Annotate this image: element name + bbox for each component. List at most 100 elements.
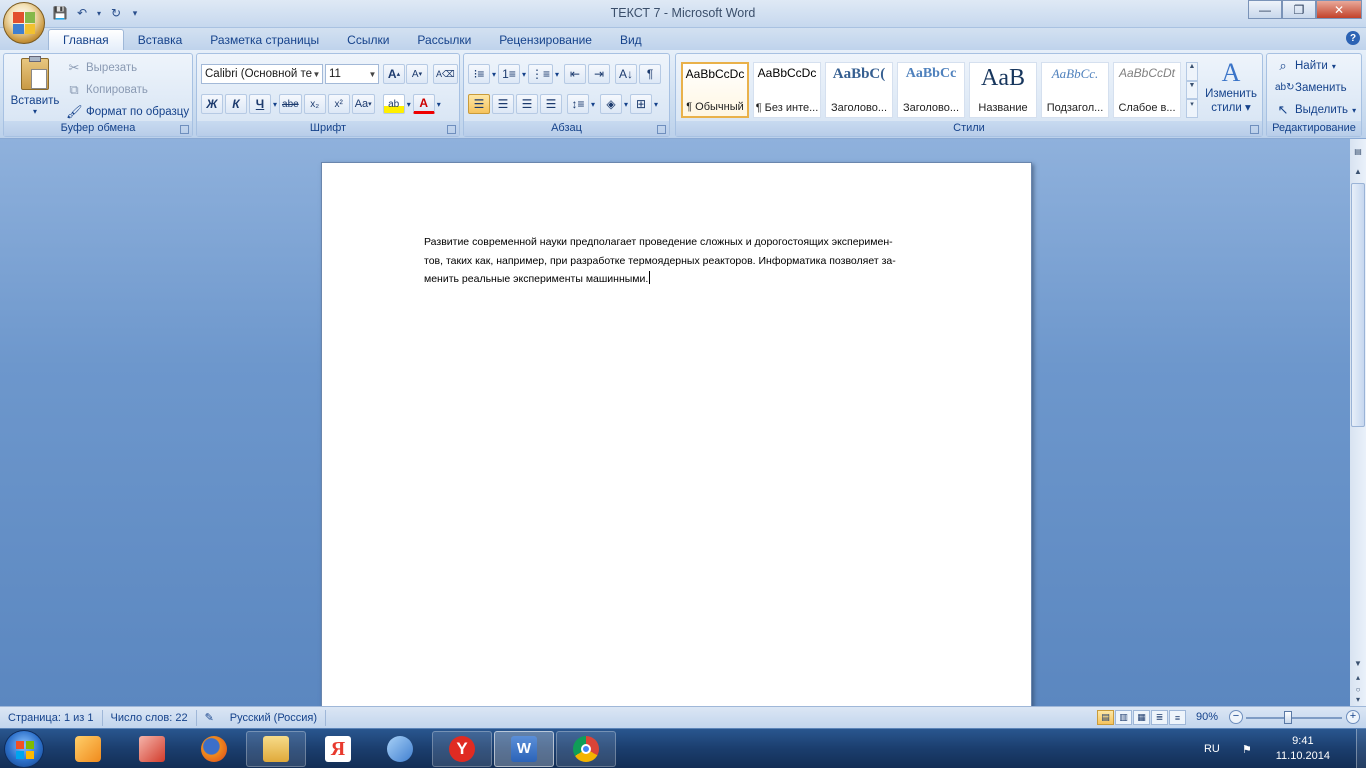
line-spacing-button[interactable]: ↕≡ <box>567 94 589 114</box>
vertical-scrollbar[interactable]: ▤ ▲ ▼ ▴ ○ ▾ <box>1350 139 1366 706</box>
show-marks-button[interactable]: ¶ <box>639 64 662 84</box>
borders-button[interactable]: ⊞ <box>630 94 653 114</box>
full-screen-reading-view-icon[interactable]: ▥ <box>1115 710 1132 725</box>
shrink-font-button[interactable]: A ▾ <box>406 64 428 84</box>
tab-page-layout[interactable]: Разметка страницы <box>196 29 333 50</box>
taskbar-word[interactable]: W <box>494 731 554 767</box>
language-indicator[interactable]: Русский (Россия) <box>222 709 327 726</box>
gallery-more-icon[interactable]: ▾ <box>1186 99 1198 119</box>
maximize-button[interactable]: ❐ <box>1282 0 1316 19</box>
format-painter-button[interactable]: 🖌 Формат по образцу <box>66 104 189 120</box>
change-styles-button[interactable]: A Изменить стили ▾ <box>1202 58 1260 114</box>
taskbar-chrome[interactable] <box>556 731 616 767</box>
shading-button[interactable]: ◈ <box>600 94 623 114</box>
proofing-icon[interactable]: ✎ <box>197 710 222 726</box>
paste-button[interactable]: Вставить ▾ <box>8 56 62 116</box>
multilevel-list-button[interactable]: ⋮≡ <box>528 64 554 84</box>
align-left-button[interactable]: ☰ <box>468 94 490 114</box>
zoom-out-button[interactable]: − <box>1229 710 1243 724</box>
taskbar-yandex-browser[interactable]: Y <box>432 731 492 767</box>
page-indicator[interactable]: Страница: 1 из 1 <box>0 709 103 726</box>
close-button[interactable]: ✕ <box>1316 0 1362 19</box>
scroll-thumb[interactable] <box>1351 183 1365 427</box>
font-size-combo[interactable]: 11 ▼ <box>325 64 379 84</box>
style-title[interactable]: AaB Название <box>969 62 1037 118</box>
clipboard-launcher-icon[interactable]: . <box>180 125 189 134</box>
bullets-button[interactable]: ⁝≡ <box>468 64 490 84</box>
underline-button[interactable]: Ч <box>249 94 271 114</box>
tab-insert[interactable]: Вставка <box>124 29 197 50</box>
gallery-up-icon[interactable]: ▲ <box>1186 62 1198 81</box>
font-name-dropdown-icon[interactable]: ▼ <box>311 65 322 83</box>
print-layout-view-icon[interactable]: ▤ <box>1097 710 1114 725</box>
taskbar-explorer[interactable] <box>246 731 306 767</box>
copy-button[interactable]: ⧉ Копировать <box>66 82 148 98</box>
tab-view[interactable]: Вид <box>606 29 656 50</box>
zoom-level[interactable]: 90% <box>1196 711 1218 723</box>
gallery-down-icon[interactable]: ▼ <box>1186 80 1198 100</box>
decrease-indent-button[interactable]: ⇤ <box>564 64 587 84</box>
sort-button[interactable]: A↓ <box>615 64 638 84</box>
select-dropdown-icon[interactable]: ▾ <box>1352 106 1356 115</box>
replace-button[interactable]: ab↻ Заменить <box>1275 80 1347 96</box>
ruler-toggle-icon[interactable]: ▤ <box>1351 147 1365 156</box>
previous-page-icon[interactable]: ▴ <box>1351 673 1365 682</box>
tab-mailings[interactable]: Рассылки <box>403 29 485 50</box>
style-heading-2[interactable]: AaBbCc Заголово... <box>897 62 965 118</box>
find-dropdown-icon[interactable]: ▾ <box>1332 62 1336 71</box>
bold-button[interactable]: Ж <box>201 94 223 114</box>
document-page[interactable]: Развитие современной науки предполагает … <box>321 162 1032 722</box>
minimize-button[interactable]: — <box>1248 0 1282 19</box>
underline-dropdown-icon[interactable]: ▾ <box>273 100 277 109</box>
style-subtitle[interactable]: AaBbCc. Подзагол... <box>1041 62 1109 118</box>
tab-review[interactable]: Рецензирование <box>485 29 606 50</box>
paste-dropdown-icon[interactable]: ▾ <box>33 107 37 116</box>
input-language[interactable]: RU <box>1204 743 1220 755</box>
clear-format-button[interactable]: A⌫ <box>433 64 458 84</box>
taskbar-graphics-app[interactable] <box>122 731 182 767</box>
style-normal[interactable]: AaBbCcDc ¶ Обычный <box>681 62 749 118</box>
font-size-dropdown-icon[interactable]: ▼ <box>367 65 378 83</box>
start-button[interactable] <box>4 730 44 768</box>
style-subtle-emphasis[interactable]: AaBbCcDt Слабое в... <box>1113 62 1181 118</box>
line-spacing-dropdown-icon[interactable]: ▾ <box>591 100 595 109</box>
increase-indent-button[interactable]: ⇥ <box>588 64 611 84</box>
help-icon[interactable]: ? <box>1346 31 1360 45</box>
styles-launcher-icon[interactable]: . <box>1250 125 1259 134</box>
scroll-up-icon[interactable]: ▲ <box>1351 167 1365 176</box>
select-button[interactable]: ↖ Выделить ▾ <box>1275 102 1357 118</box>
taskbar-media-player[interactable] <box>58 731 118 767</box>
font-launcher-icon[interactable]: . <box>447 125 456 134</box>
scroll-down-icon[interactable]: ▼ <box>1351 659 1365 668</box>
shading-dropdown-icon[interactable]: ▾ <box>624 100 628 109</box>
show-desktop-button[interactable] <box>1356 729 1366 768</box>
numbering-dropdown-icon[interactable]: ▾ <box>522 70 526 79</box>
taskbar-firefox[interactable] <box>184 731 244 767</box>
align-center-button[interactable]: ☰ <box>492 94 514 114</box>
grow-font-button[interactable]: A ▴ <box>383 64 405 84</box>
browse-object-icon[interactable]: ○ <box>1351 685 1365 694</box>
next-page-icon[interactable]: ▾ <box>1351 695 1365 704</box>
zoom-in-button[interactable]: + <box>1346 710 1360 724</box>
superscript-button[interactable]: x² <box>327 94 350 114</box>
web-layout-view-icon[interactable]: ▦ <box>1133 710 1150 725</box>
multilevel-dropdown-icon[interactable]: ▾ <box>555 70 559 79</box>
cut-button[interactable]: ✂ Вырезать <box>66 60 138 76</box>
outline-view-icon[interactable]: ≣ <box>1151 710 1168 725</box>
style-no-spacing[interactable]: AaBbCcDc ¶ Без инте... <box>753 62 821 118</box>
highlight-button[interactable]: ab <box>382 94 405 114</box>
align-right-button[interactable]: ☰ <box>516 94 538 114</box>
style-heading-1[interactable]: AaBbC( Заголово... <box>825 62 893 118</box>
font-name-combo[interactable]: Calibri (Основной те ▼ <box>201 64 323 84</box>
borders-dropdown-icon[interactable]: ▾ <box>654 100 658 109</box>
clock[interactable]: 9:41 11.10.2014 <box>1276 734 1330 764</box>
document-paragraph[interactable]: Развитие современной науки предполагает … <box>424 233 969 289</box>
office-button[interactable] <box>3 2 45 44</box>
numbering-button[interactable]: 1≡ <box>498 64 521 84</box>
zoom-slider-handle[interactable] <box>1284 711 1292 724</box>
italic-button[interactable]: К <box>225 94 247 114</box>
tab-references[interactable]: Ссылки <box>333 29 403 50</box>
paragraph-launcher-icon[interactable]: . <box>657 125 666 134</box>
zoom-slider-track[interactable] <box>1246 717 1342 719</box>
bullets-dropdown-icon[interactable]: ▾ <box>492 70 496 79</box>
